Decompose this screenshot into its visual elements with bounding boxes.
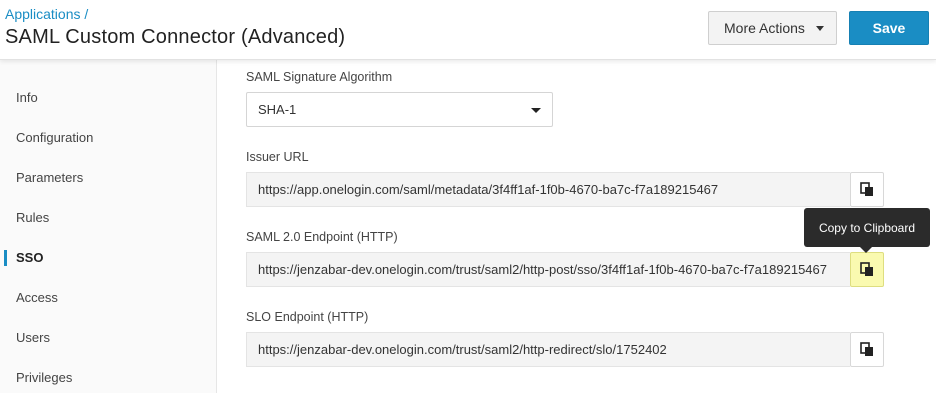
clipboard-icon [860,182,873,196]
more-actions-label: More Actions [724,20,805,36]
copy-saml-endpoint-button[interactable] [850,252,884,287]
sidebar-item-users[interactable]: Users [16,328,50,348]
sidebar-item-info[interactable]: Info [16,88,38,108]
signature-algorithm-select[interactable]: SHA-1 [246,92,553,127]
signature-algorithm-value: SHA-1 [258,102,297,117]
more-actions-button[interactable]: More Actions [708,11,837,45]
active-indicator [4,250,7,266]
issuer-url-field[interactable]: https://app.onelogin.com/saml/metadata/3… [246,172,850,207]
caret-down-icon [531,108,541,113]
sidebar-item-rules[interactable]: Rules [16,208,49,228]
sso-settings-panel: SAML Signature Algorithm SHA-1 Issuer UR… [217,60,936,393]
saml-endpoint-label: SAML 2.0 Endpoint (HTTP) [246,230,398,244]
slo-endpoint-field[interactable]: https://jenzabar-dev.onelogin.com/trust/… [246,332,850,367]
issuer-url-label: Issuer URL [246,150,309,164]
slo-endpoint-label: SLO Endpoint (HTTP) [246,310,369,324]
page-header: Applications / SAML Custom Connector (Ad… [0,0,936,60]
copy-slo-endpoint-button[interactable] [850,332,884,367]
copy-to-clipboard-tooltip: Copy to Clipboard [804,208,930,253]
sidebar-item-privileges[interactable]: Privileges [16,368,72,388]
breadcrumb-applications[interactable]: Applications / [5,6,88,22]
sidebar-item-parameters[interactable]: Parameters [16,168,83,188]
sidebar-nav: Info Configuration Parameters Rules SSO … [0,60,217,393]
sidebar-item-access[interactable]: Access [16,288,58,308]
signature-algorithm-label: SAML Signature Algorithm [246,70,393,84]
copy-issuer-url-button[interactable] [850,172,884,207]
clipboard-icon [860,262,873,276]
caret-down-icon [816,26,824,31]
clipboard-icon [860,342,873,356]
page-title: SAML Custom Connector (Advanced) [5,26,346,48]
sidebar-item-sso[interactable]: SSO [16,248,43,268]
save-button[interactable]: Save [849,11,929,45]
sidebar-item-configuration[interactable]: Configuration [16,128,93,148]
saml-endpoint-field[interactable]: https://jenzabar-dev.onelogin.com/trust/… [246,252,850,287]
